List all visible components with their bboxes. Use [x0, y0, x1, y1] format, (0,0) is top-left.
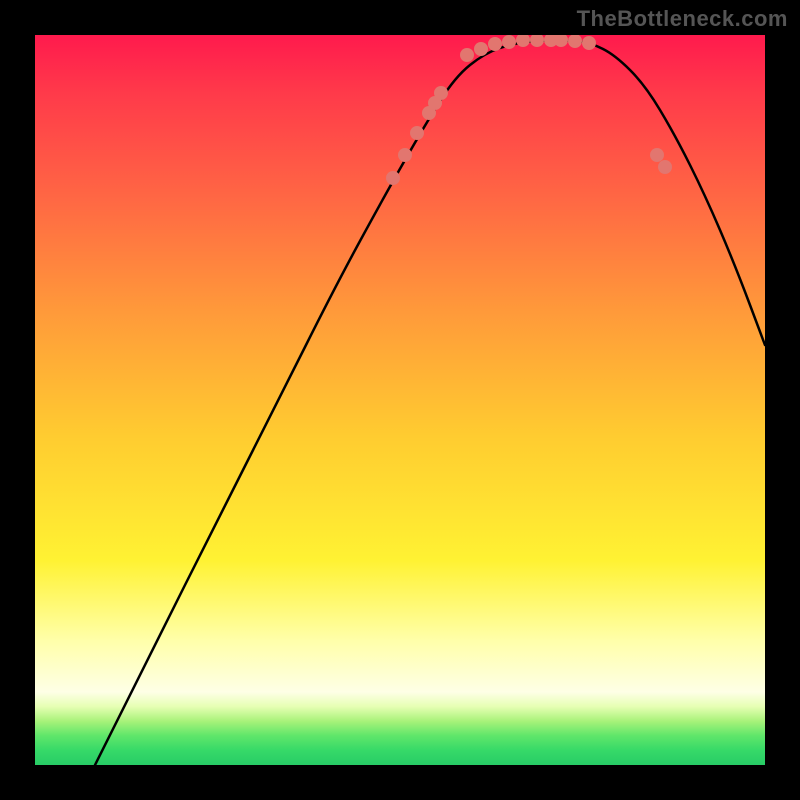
data-point — [568, 35, 582, 48]
watermark-label: TheBottleneck.com — [577, 6, 788, 32]
chart-container: TheBottleneck.com — [0, 0, 800, 800]
data-point — [488, 37, 502, 51]
data-point — [410, 126, 424, 140]
data-point — [516, 35, 530, 47]
data-point — [530, 35, 544, 47]
data-point — [386, 171, 400, 185]
bottleneck-curve — [95, 40, 765, 765]
data-point — [434, 86, 448, 100]
data-point — [460, 48, 474, 62]
plot-area — [35, 35, 765, 765]
data-point — [650, 148, 664, 162]
data-points-group — [386, 35, 672, 185]
data-point — [554, 35, 568, 47]
data-point — [658, 160, 672, 174]
data-point — [582, 36, 596, 50]
chart-svg — [35, 35, 765, 765]
data-point — [398, 148, 412, 162]
data-point — [502, 35, 516, 49]
data-point — [474, 42, 488, 56]
